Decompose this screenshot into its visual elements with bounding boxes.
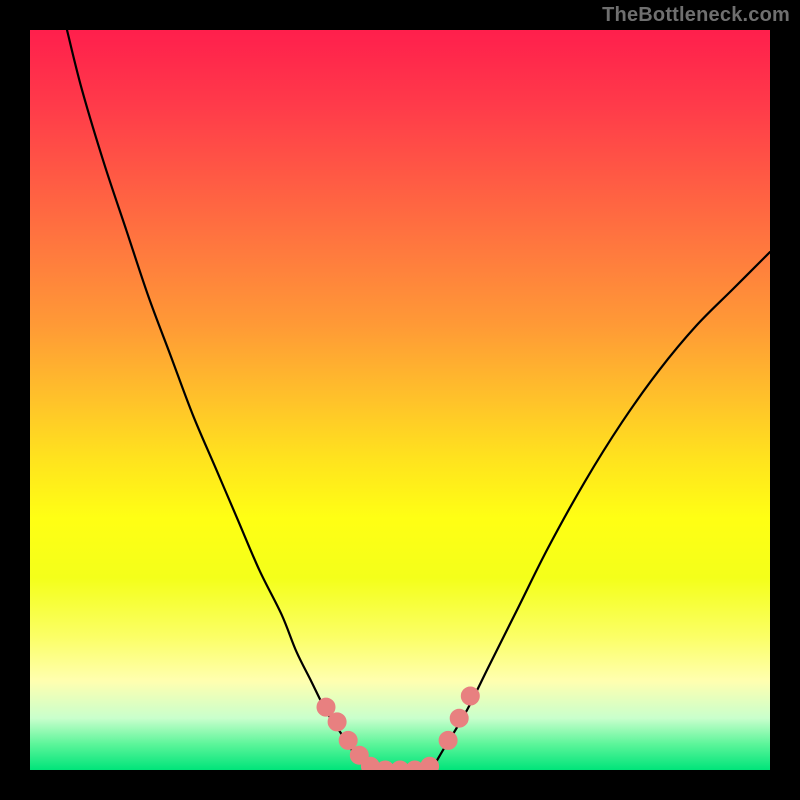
plot-area: [30, 30, 770, 770]
highlight-marker: [461, 687, 479, 705]
highlight-marker: [439, 731, 457, 749]
chart-frame: TheBottleneck.com: [0, 0, 800, 800]
highlight-marker: [328, 713, 346, 731]
highlight-marker: [421, 757, 439, 770]
highlight-marker: [317, 698, 335, 716]
gradient-background: [30, 30, 770, 770]
highlight-marker: [450, 709, 468, 727]
chart-svg: [30, 30, 770, 770]
watermark-text: TheBottleneck.com: [602, 4, 790, 27]
highlight-marker: [339, 731, 357, 749]
